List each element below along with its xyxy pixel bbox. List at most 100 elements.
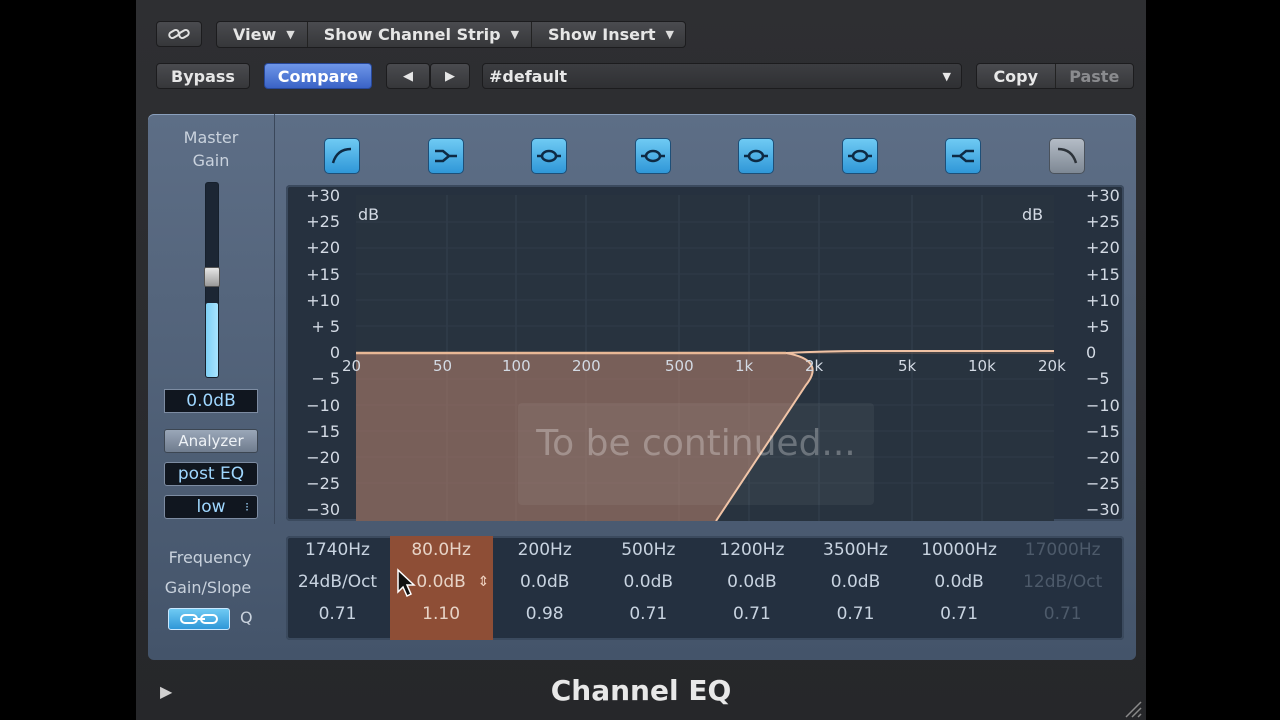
db-label-right: −30: [1086, 500, 1120, 520]
eq-graph-canvas: [356, 195, 1054, 521]
band-5-q[interactable]: 0.71: [700, 604, 803, 624]
show-insert-menu[interactable]: Show Insert ▼: [532, 22, 686, 47]
show-channel-strip-menu[interactable]: Show Channel Strip ▼: [308, 22, 533, 47]
db-label-right: −25: [1086, 474, 1120, 494]
band-5-column[interactable]: 1200Hz 0.0dB 0.71: [700, 536, 803, 640]
link-icon: [168, 29, 190, 39]
master-gain-handle[interactable]: [204, 267, 220, 287]
db-label-right: +25: [1086, 212, 1120, 232]
show-insert-label: Show Insert: [548, 25, 656, 44]
q-link-button[interactable]: [168, 608, 230, 630]
chevron-down-icon: ▼: [286, 28, 295, 41]
highshelf-icon: [952, 149, 974, 163]
band-1-lowcut-button[interactable]: [324, 138, 360, 174]
band-4-column[interactable]: 500Hz 0.0dB 0.71: [597, 536, 700, 640]
db-label-right: −10: [1086, 395, 1120, 415]
db-label-right: +10: [1086, 290, 1120, 310]
resize-grip-icon[interactable]: [1122, 698, 1142, 718]
q-link-icon: [180, 614, 218, 624]
bypass-button[interactable]: Bypass: [156, 63, 250, 89]
copy-paste-group: Copy Paste: [976, 63, 1134, 89]
band-5-freq[interactable]: 1200Hz: [700, 540, 803, 560]
prev-preset-button[interactable]: ◀: [386, 63, 430, 89]
highcut-icon: [1057, 147, 1078, 164]
master-gain-fader[interactable]: [204, 182, 220, 378]
stepper-icon: ⁝: [245, 500, 249, 514]
band-8-q[interactable]: 0.71: [1011, 604, 1114, 624]
preset-menu[interactable]: #default ▼: [482, 63, 962, 89]
chevron-down-icon: ▼: [942, 69, 951, 83]
eq-graph[interactable]: dB dB To be continued... +30 +25 +20 +15 +10…: [286, 185, 1124, 521]
view-menu[interactable]: View ▼: [217, 22, 308, 47]
db-label-left: −30: [306, 500, 340, 520]
band-5-gain[interactable]: 0.0dB: [700, 572, 803, 592]
band-7-gain[interactable]: 0.0dB: [908, 572, 1011, 592]
db-label-right: +20: [1086, 238, 1120, 258]
band-3-column[interactable]: 200Hz 0.0dB 0.98: [493, 536, 596, 640]
band-6-bell-button[interactable]: [842, 138, 878, 174]
band-6-column[interactable]: 3500Hz 0.0dB 0.71: [804, 536, 907, 640]
band-8-column[interactable]: 17000Hz 12dB/Oct 0.71: [1011, 536, 1114, 640]
compare-button[interactable]: Compare: [264, 63, 372, 89]
db-label-right: −5: [1086, 369, 1110, 389]
master-gain-value[interactable]: 0.0dB: [164, 389, 258, 413]
paste-button[interactable]: Paste: [1056, 64, 1134, 88]
copy-button[interactable]: Copy: [977, 64, 1056, 88]
bell-icon: [848, 149, 872, 163]
view-menu-label: View: [233, 25, 277, 44]
band-3-freq[interactable]: 200Hz: [493, 540, 596, 560]
freq-label: 20k: [1038, 357, 1066, 375]
master-gain-level: [206, 303, 218, 377]
db-label-right: −15: [1086, 421, 1120, 441]
band-6-q[interactable]: 0.71: [804, 604, 907, 624]
band-3-q[interactable]: 0.98: [493, 604, 596, 624]
band-4-q[interactable]: 0.71: [597, 604, 700, 624]
bell-icon: [744, 149, 768, 163]
db-label-right: +5: [1086, 317, 1110, 336]
band-7-q[interactable]: 0.71: [908, 604, 1011, 624]
freq-label: 200: [572, 357, 601, 375]
band-4-gain[interactable]: 0.0dB: [597, 572, 700, 592]
resolution-select[interactable]: low ⁝: [164, 495, 258, 519]
preset-name: #default: [489, 66, 567, 86]
db-label-left: −20: [306, 448, 340, 467]
band-7-column[interactable]: 10000Hz 0.0dB 0.71: [908, 536, 1011, 640]
db-label-right: +30: [1086, 186, 1120, 205]
band-8-gain[interactable]: 12dB/Oct: [1011, 572, 1114, 592]
band-3-bell-button[interactable]: [531, 138, 567, 174]
band-2-q[interactable]: 1.10: [390, 604, 493, 624]
show-channel-strip-label: Show Channel Strip: [323, 25, 501, 44]
band-4-bell-button[interactable]: [635, 138, 671, 174]
band-1-q[interactable]: 0.71: [286, 604, 389, 624]
plugin-title: Channel EQ: [550, 674, 732, 707]
chevron-down-icon: ▼: [510, 28, 520, 41]
band-2-freq[interactable]: 80.0Hz: [390, 540, 493, 560]
band-2-lowshelf-button[interactable]: [428, 138, 464, 174]
next-preset-button[interactable]: ▶: [430, 63, 470, 89]
db-label-right: 0: [1086, 343, 1097, 363]
band-5-bell-button[interactable]: [738, 138, 774, 174]
bell-icon: [641, 149, 665, 163]
q-row-label: Q: [240, 608, 253, 627]
eq-panel: Master Gain 0.0dB Analyzer post EQ low ⁝: [148, 114, 1136, 660]
bell-icon: [537, 149, 561, 163]
freq-label: 50: [433, 357, 453, 375]
db-label-left: − 5: [311, 369, 340, 389]
link-button[interactable]: [156, 21, 202, 47]
band-1-freq[interactable]: 1740Hz: [286, 540, 389, 560]
band-8-highcut-button[interactable]: [1049, 138, 1085, 174]
db-label-left: +25: [306, 212, 340, 232]
band-3-gain[interactable]: 0.0dB: [493, 572, 596, 592]
band-4-freq[interactable]: 500Hz: [597, 540, 700, 560]
band-1-gain[interactable]: 24dB/Oct: [286, 572, 389, 592]
band-6-freq[interactable]: 3500Hz: [804, 540, 907, 560]
band-7-highshelf-button[interactable]: [945, 138, 981, 174]
db-label-left: 0: [329, 343, 340, 363]
band-1-column[interactable]: 1740Hz 24dB/Oct 0.71: [286, 536, 389, 640]
band-7-freq[interactable]: 10000Hz: [908, 540, 1011, 560]
post-eq-select[interactable]: post EQ: [164, 462, 258, 486]
band-8-freq[interactable]: 17000Hz: [1011, 540, 1114, 560]
stepper-icon[interactable]: ⇕: [478, 574, 490, 590]
band-6-gain[interactable]: 0.0dB: [804, 572, 907, 592]
analyzer-button[interactable]: Analyzer: [164, 429, 258, 453]
